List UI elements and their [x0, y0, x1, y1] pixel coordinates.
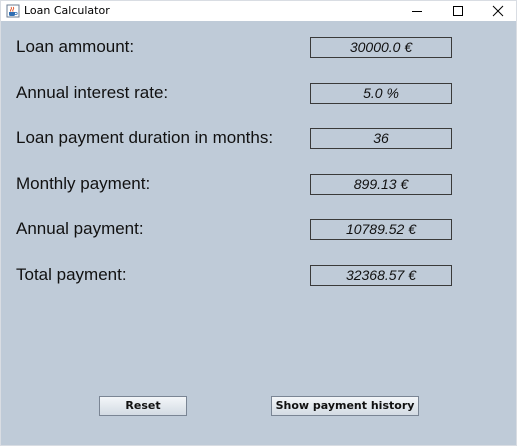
total-payment-label: Total payment: [16, 265, 127, 284]
close-button[interactable] [478, 1, 517, 21]
total-payment-field: 32368.57 € [310, 265, 452, 286]
close-icon [492, 5, 504, 17]
maximize-button[interactable] [438, 1, 478, 21]
annual-payment-label: Annual payment: [16, 219, 144, 238]
monthly-payment-label: Monthly payment: [16, 174, 151, 193]
maximize-icon [453, 6, 463, 16]
duration-label: Loan payment duration in months: [16, 128, 274, 147]
calculator-panel: Loan ammount: 30000.0 € Annual interest … [1, 21, 516, 445]
annual-payment-field: 10789.52 € [310, 219, 452, 240]
duration-field[interactable]: 36 [310, 128, 452, 149]
loan-amount-field[interactable]: 30000.0 € [310, 37, 452, 58]
title-bar: Loan Calculator [1, 1, 516, 21]
interest-rate-label: Annual interest rate: [16, 83, 169, 102]
window-title: Loan Calculator [24, 4, 110, 17]
minimize-icon [412, 11, 422, 12]
java-cup-icon [6, 4, 20, 18]
loan-calculator-window: Loan Calculator Loan ammount: 30000.0 € … [0, 0, 517, 446]
loan-amount-label: Loan ammount: [16, 37, 135, 56]
interest-rate-field[interactable]: 5.0 % [310, 83, 452, 104]
monthly-payment-field: 899.13 € [310, 174, 452, 195]
reset-button[interactable]: Reset [99, 396, 187, 416]
minimize-button[interactable] [397, 1, 437, 21]
show-payment-history-button[interactable]: Show payment history [271, 396, 419, 416]
